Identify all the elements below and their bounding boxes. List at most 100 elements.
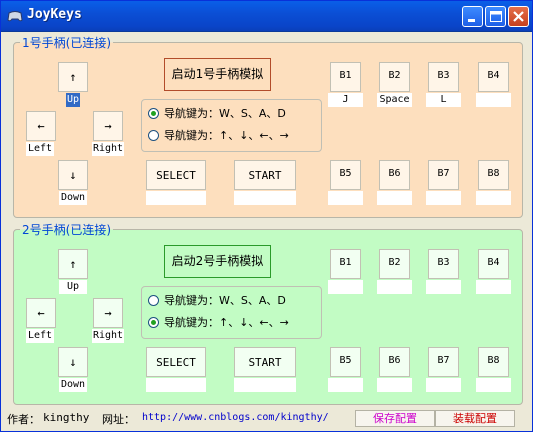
dpad-left-key[interactable]: ← [26, 111, 56, 141]
author-name: kingthy [43, 411, 90, 424]
minimize-button[interactable] [462, 6, 483, 27]
dpad-left-value[interactable]: Left [26, 329, 54, 343]
select-key[interactable]: SELECT [146, 160, 206, 190]
button-b4-key[interactable]: B4 [478, 249, 509, 279]
title-bar[interactable]: JoyKeys [1, 1, 532, 32]
start-key[interactable]: START [234, 160, 296, 190]
button-b1-key[interactable]: B1 [330, 62, 361, 92]
nav-option-1[interactable]: 导航键为：W、S、A、D [148, 105, 286, 121]
button-b1-value[interactable]: J [328, 93, 363, 107]
dpad-left-value[interactable]: Left [26, 142, 54, 156]
dpad-up-value[interactable]: Up [59, 280, 87, 294]
button-b2-key[interactable]: B2 [379, 249, 410, 279]
button-b1-value[interactable] [328, 280, 363, 294]
maximize-button[interactable] [485, 6, 506, 27]
site-link[interactable]: http://www.cnblogs.com/kingthy/ [142, 412, 329, 423]
button-label: B4 [487, 257, 500, 268]
site-label: 网址： [102, 413, 135, 426]
gamepad-2-group: 2号手柄(已连接) ↑ Up ← Left → Right ↓ Down 启动2号手柄模拟 导航键为… [13, 221, 523, 405]
button-b8-value[interactable] [476, 378, 511, 392]
dpad-right-key[interactable]: → [93, 111, 123, 141]
start-key-value[interactable] [234, 378, 296, 392]
dpad-down-value[interactable]: Down [59, 191, 87, 205]
button-b6-value[interactable] [377, 191, 412, 205]
select-key-value[interactable] [146, 378, 206, 392]
button-label: B6 [388, 355, 401, 366]
button-b2-value[interactable] [377, 280, 412, 294]
load-config-button[interactable]: 装载配置 [435, 410, 515, 427]
button-b8-key[interactable]: B8 [478, 160, 509, 190]
group-title: 1号手柄(已连接) [20, 34, 113, 51]
nav-option-2[interactable]: 导航键为：↑、↓、←、→ [148, 127, 289, 143]
dpad-up-key[interactable]: ↑ [58, 249, 88, 279]
dpad-down-key[interactable]: ↓ [58, 347, 88, 377]
button-b3-key[interactable]: B3 [428, 62, 459, 92]
button-b3-value[interactable] [426, 280, 461, 294]
arrow-right-icon: → [104, 119, 112, 133]
button-label: B5 [339, 168, 352, 179]
arrow-up-icon: ↑ [69, 70, 77, 84]
button-b2-value[interactable]: Space [377, 93, 412, 107]
button-b8-key[interactable]: B8 [478, 347, 509, 377]
button-b7-value[interactable] [426, 378, 461, 392]
select-key-label: SELECT [156, 169, 196, 182]
dpad-up-value[interactable]: Up [66, 93, 80, 107]
dpad-down-key[interactable]: ↓ [58, 160, 88, 190]
start-key[interactable]: START [234, 347, 296, 377]
button-b3-key[interactable]: B3 [428, 249, 459, 279]
start-key-label: START [248, 169, 282, 182]
button-b4-value[interactable] [476, 280, 511, 294]
button-b8-value[interactable] [476, 191, 511, 205]
button-b1-key[interactable]: B1 [330, 249, 361, 279]
dpad-right-key[interactable]: → [93, 298, 123, 328]
dpad-right-value[interactable]: Right [92, 142, 124, 156]
button-b6-key[interactable]: B6 [379, 347, 410, 377]
close-icon [513, 11, 524, 22]
window-title: JoyKeys [27, 7, 82, 22]
dpad-left-key[interactable]: ← [26, 298, 56, 328]
dpad-right-value[interactable]: Right [92, 329, 124, 343]
select-key-value[interactable] [146, 191, 206, 205]
button-b5-key[interactable]: B5 [330, 347, 361, 377]
button-label: B2 [388, 70, 401, 81]
arrow-down-icon: ↓ [69, 168, 77, 182]
nav-option-1[interactable]: 导航键为：W、S、A、D [148, 292, 286, 308]
nav-option-label: 导航键为：W、S、A、D [164, 294, 286, 307]
arrow-right-icon: → [104, 306, 112, 320]
arrow-up-icon: ↑ [69, 257, 77, 271]
button-label: B7 [437, 168, 450, 179]
nav-option-2[interactable]: 导航键为：↑、↓、←、→ [148, 314, 289, 330]
button-b7-key[interactable]: B7 [428, 160, 459, 190]
close-button[interactable] [508, 6, 529, 27]
radio-icon[interactable] [148, 316, 159, 328]
radio-icon[interactable] [148, 107, 159, 119]
button-b5-value[interactable] [328, 191, 363, 205]
button-label: B7 [437, 355, 450, 366]
select-key[interactable]: SELECT [146, 347, 206, 377]
save-config-button[interactable]: 保存配置 [355, 410, 435, 427]
dpad-up-key[interactable]: ↑ [58, 62, 88, 92]
nav-option-label: 导航键为：↑、↓、←、→ [164, 129, 289, 142]
button-b3-value[interactable]: L [426, 93, 461, 107]
button-b2-key[interactable]: B2 [379, 62, 410, 92]
arrow-left-icon: ← [37, 306, 45, 320]
start-key-value[interactable] [234, 191, 296, 205]
button-b5-value[interactable] [328, 378, 363, 392]
button-b7-key[interactable]: B7 [428, 347, 459, 377]
nav-key-options: 导航键为：W、S、A、D 导航键为：↑、↓、←、→ [141, 99, 322, 152]
start-emulation-button[interactable]: 启动1号手柄模拟 [164, 58, 271, 91]
arrow-left-icon: ← [37, 119, 45, 133]
start-emulation-button[interactable]: 启动2号手柄模拟 [164, 245, 271, 278]
start-key-label: START [248, 356, 282, 369]
dpad-down-value[interactable]: Down [59, 378, 87, 392]
button-b7-value[interactable] [426, 191, 461, 205]
button-label: B1 [339, 70, 352, 81]
button-b4-key[interactable]: B4 [478, 62, 509, 92]
button-b5-key[interactable]: B5 [330, 160, 361, 190]
button-label: B5 [339, 355, 352, 366]
button-b6-value[interactable] [377, 378, 412, 392]
button-b6-key[interactable]: B6 [379, 160, 410, 190]
radio-icon[interactable] [148, 129, 159, 141]
button-b4-value[interactable] [476, 93, 511, 107]
radio-icon[interactable] [148, 294, 159, 306]
